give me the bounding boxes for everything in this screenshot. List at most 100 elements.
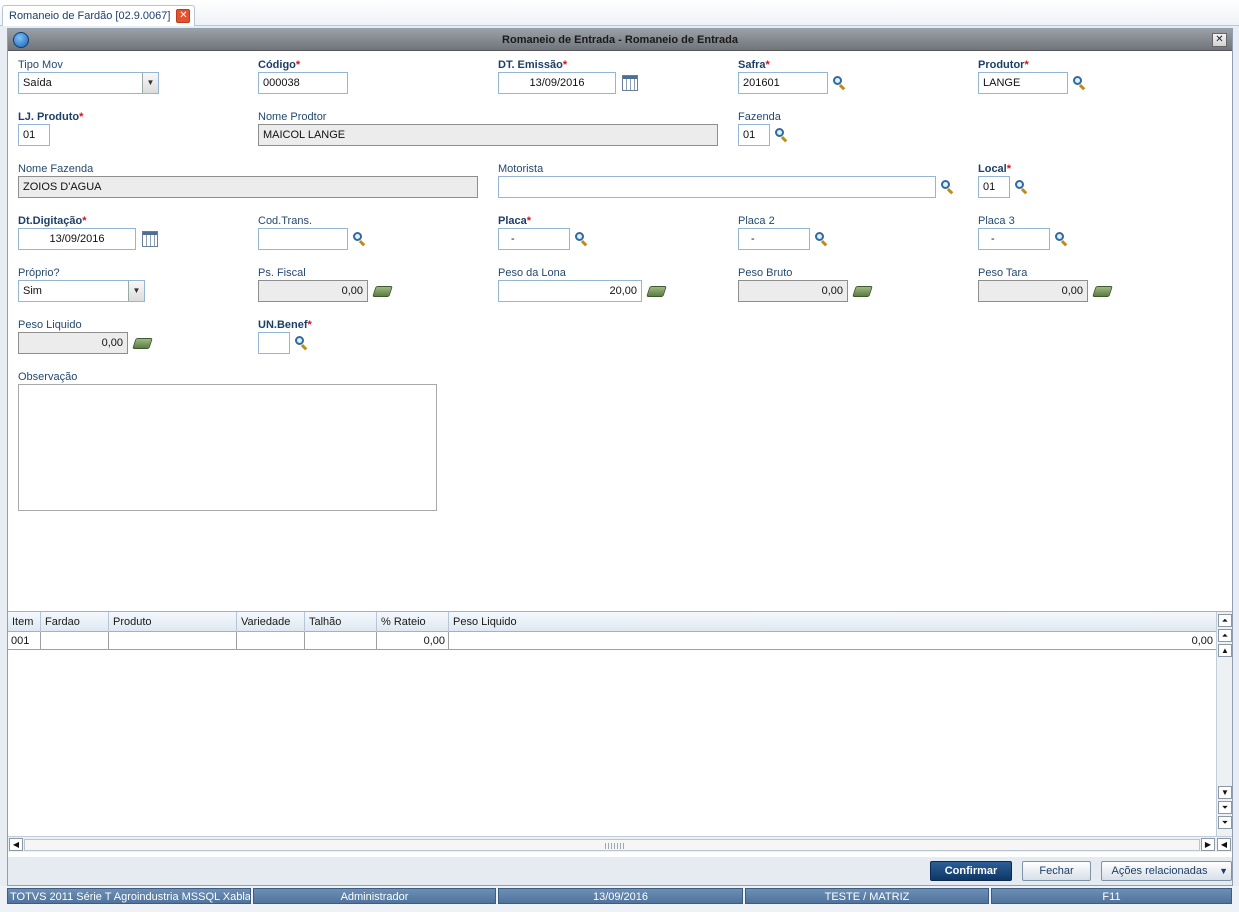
cell-peso-liquido[interactable]: 0,00 <box>449 632 1216 650</box>
placa2-label: Placa 2 <box>738 215 775 227</box>
scroll-page-down-icon[interactable]: ⏷ <box>1218 801 1232 814</box>
acoes-relacionadas-button[interactable]: Ações relacionadas ▼ <box>1101 861 1232 881</box>
action-bar: Confirmar Fechar Ações relacionadas ▼ <box>8 857 1232 885</box>
placa-label: Placa* <box>498 215 532 227</box>
lj-produto-input[interactable]: 01 <box>18 124 50 146</box>
search-icon[interactable] <box>574 231 590 247</box>
grid-vertical-scrollbar[interactable]: ⏶ ⏶ ▲ ▼ ⏷ ⏷ <box>1216 612 1232 838</box>
nome-fazenda-input: ZOIOS D'AGUA <box>18 176 478 198</box>
money-icon[interactable] <box>852 286 873 297</box>
scroll-left-icon[interactable]: ◀ <box>1217 838 1231 851</box>
cell-produto[interactable] <box>109 632 237 650</box>
money-icon[interactable] <box>1092 286 1113 297</box>
scroll-thumb[interactable] <box>24 839 1200 851</box>
scroll-bottom-icon[interactable]: ⏷ <box>1218 816 1232 829</box>
chevron-down-icon: ▼ <box>1219 866 1228 876</box>
scroll-up-icon[interactable]: ▲ <box>1218 644 1232 657</box>
money-icon[interactable] <box>646 286 667 297</box>
placa3-input[interactable]: - <box>978 228 1050 250</box>
col-talhao[interactable]: Talhão <box>305 612 377 632</box>
peso-lona-input[interactable]: 20,00 <box>498 280 642 302</box>
placa-input[interactable]: - <box>498 228 570 250</box>
items-grid: Item Fardao Produto Variedade Talhão % R… <box>8 611 1232 853</box>
status-key: F11 <box>991 888 1232 904</box>
chevron-down-icon[interactable]: ▼ <box>142 73 158 93</box>
peso-bruto-input: 0,00 <box>738 280 848 302</box>
calendar-icon[interactable] <box>142 231 158 247</box>
acoes-relacionadas-label: Ações relacionadas <box>1111 865 1208 877</box>
scroll-right-icon[interactable]: ▶ <box>1201 838 1215 851</box>
money-icon[interactable] <box>372 286 393 297</box>
cell-talhao[interactable] <box>305 632 377 650</box>
search-icon[interactable] <box>940 179 956 195</box>
col-fardao[interactable]: Fardao <box>41 612 109 632</box>
tipo-mov-label: Tipo Mov <box>18 59 63 71</box>
fazenda-input[interactable]: 01 <box>738 124 770 146</box>
safra-label: Safra* <box>738 59 770 71</box>
col-item[interactable]: Item <box>8 612 41 632</box>
search-icon[interactable] <box>774 127 790 143</box>
cell-variedade[interactable] <box>237 632 305 650</box>
nome-prodtor-label: Nome Prodtor <box>258 111 327 123</box>
money-icon[interactable] <box>132 338 153 349</box>
col-peso-liquido[interactable]: Peso Liquido <box>449 612 1216 632</box>
search-icon[interactable] <box>352 231 368 247</box>
scroll-left-icon[interactable]: ◀ <box>9 838 23 851</box>
col-variedade[interactable]: Variedade <box>237 612 305 632</box>
status-system: TOTVS 2011 Série T Agroindustria MSSQL X… <box>7 888 251 904</box>
fechar-button[interactable]: Fechar <box>1022 861 1091 881</box>
search-icon[interactable] <box>1054 231 1070 247</box>
codigo-label: Código* <box>258 59 301 71</box>
window-titlebar: Romaneio de Entrada - Romaneio de Entrad… <box>8 29 1232 51</box>
dt-digitacao-label: Dt.Digitação* <box>18 215 87 227</box>
ps-fiscal-input: 0,00 <box>258 280 368 302</box>
tab-close-icon[interactable]: ✕ <box>176 9 191 23</box>
chevron-down-icon[interactable]: ▼ <box>128 281 144 301</box>
motorista-label: Motorista <box>498 163 544 175</box>
window-close-icon[interactable]: ✕ <box>1212 33 1227 47</box>
un-benef-input[interactable] <box>258 332 290 354</box>
fazenda-label: Fazenda <box>738 111 781 123</box>
scroll-page-up-icon[interactable]: ⏶ <box>1218 629 1232 642</box>
proprio-select[interactable]: Sim ▼ <box>18 280 145 302</box>
motorista-input[interactable] <box>498 176 936 198</box>
un-benef-label: UN.Benef* <box>258 319 312 331</box>
peso-tara-input: 0,00 <box>978 280 1088 302</box>
scroll-top-icon[interactable]: ⏶ <box>1218 614 1232 627</box>
tab-strip: Romaneio de Fardão [02.9.0067] ✕ <box>0 0 1239 26</box>
search-icon[interactable] <box>294 335 310 351</box>
main-window: Romaneio de Entrada - Romaneio de Entrad… <box>7 28 1233 886</box>
nome-fazenda-label: Nome Fazenda <box>18 163 94 175</box>
col-produto[interactable]: Produto <box>109 612 237 632</box>
cell-fardao[interactable] <box>41 632 109 650</box>
grid-horizontal-scrollbar[interactable]: ◀ ▶ ◀ <box>8 836 1232 852</box>
status-bar: TOTVS 2011 Série T Agroindustria MSSQL X… <box>0 886 1239 912</box>
produtor-input[interactable]: LANGE <box>978 72 1068 94</box>
cell-rateio[interactable]: 0,00 <box>377 632 449 650</box>
placa2-input[interactable]: - <box>738 228 810 250</box>
col-rateio[interactable]: % Rateio <box>377 612 449 632</box>
dt-emissao-input[interactable]: 13/09/2016 <box>498 72 616 94</box>
search-icon[interactable] <box>1072 75 1088 91</box>
cod-trans-label: Cod.Trans. <box>258 215 313 227</box>
local-input[interactable]: 01 <box>978 176 1010 198</box>
search-icon[interactable] <box>814 231 830 247</box>
search-icon[interactable] <box>832 75 848 91</box>
cod-trans-input[interactable] <box>258 228 348 250</box>
dt-digitacao-input[interactable]: 13/09/2016 <box>18 228 136 250</box>
observacao-textarea[interactable] <box>18 384 437 511</box>
search-icon[interactable] <box>1014 179 1030 195</box>
tipo-mov-select[interactable]: Saída ▼ <box>18 72 159 94</box>
cell-item[interactable]: 001 <box>8 632 41 650</box>
peso-tara-label: Peso Tara <box>978 267 1028 279</box>
table-row[interactable]: 001 0,00 0,00 <box>8 632 1216 650</box>
scroll-down-icon[interactable]: ▼ <box>1218 786 1232 799</box>
ps-fiscal-label: Ps. Fiscal <box>258 267 306 279</box>
dt-emissao-label: DT. Emissão* <box>498 59 568 71</box>
calendar-icon[interactable] <box>622 75 638 91</box>
confirmar-button[interactable]: Confirmar <box>930 861 1012 881</box>
tipo-mov-value: Saída <box>23 77 52 89</box>
safra-input[interactable]: 201601 <box>738 72 828 94</box>
tab-romaneio[interactable]: Romaneio de Fardão [02.9.0067] ✕ <box>2 5 196 26</box>
codigo-input[interactable]: 000038 <box>258 72 348 94</box>
